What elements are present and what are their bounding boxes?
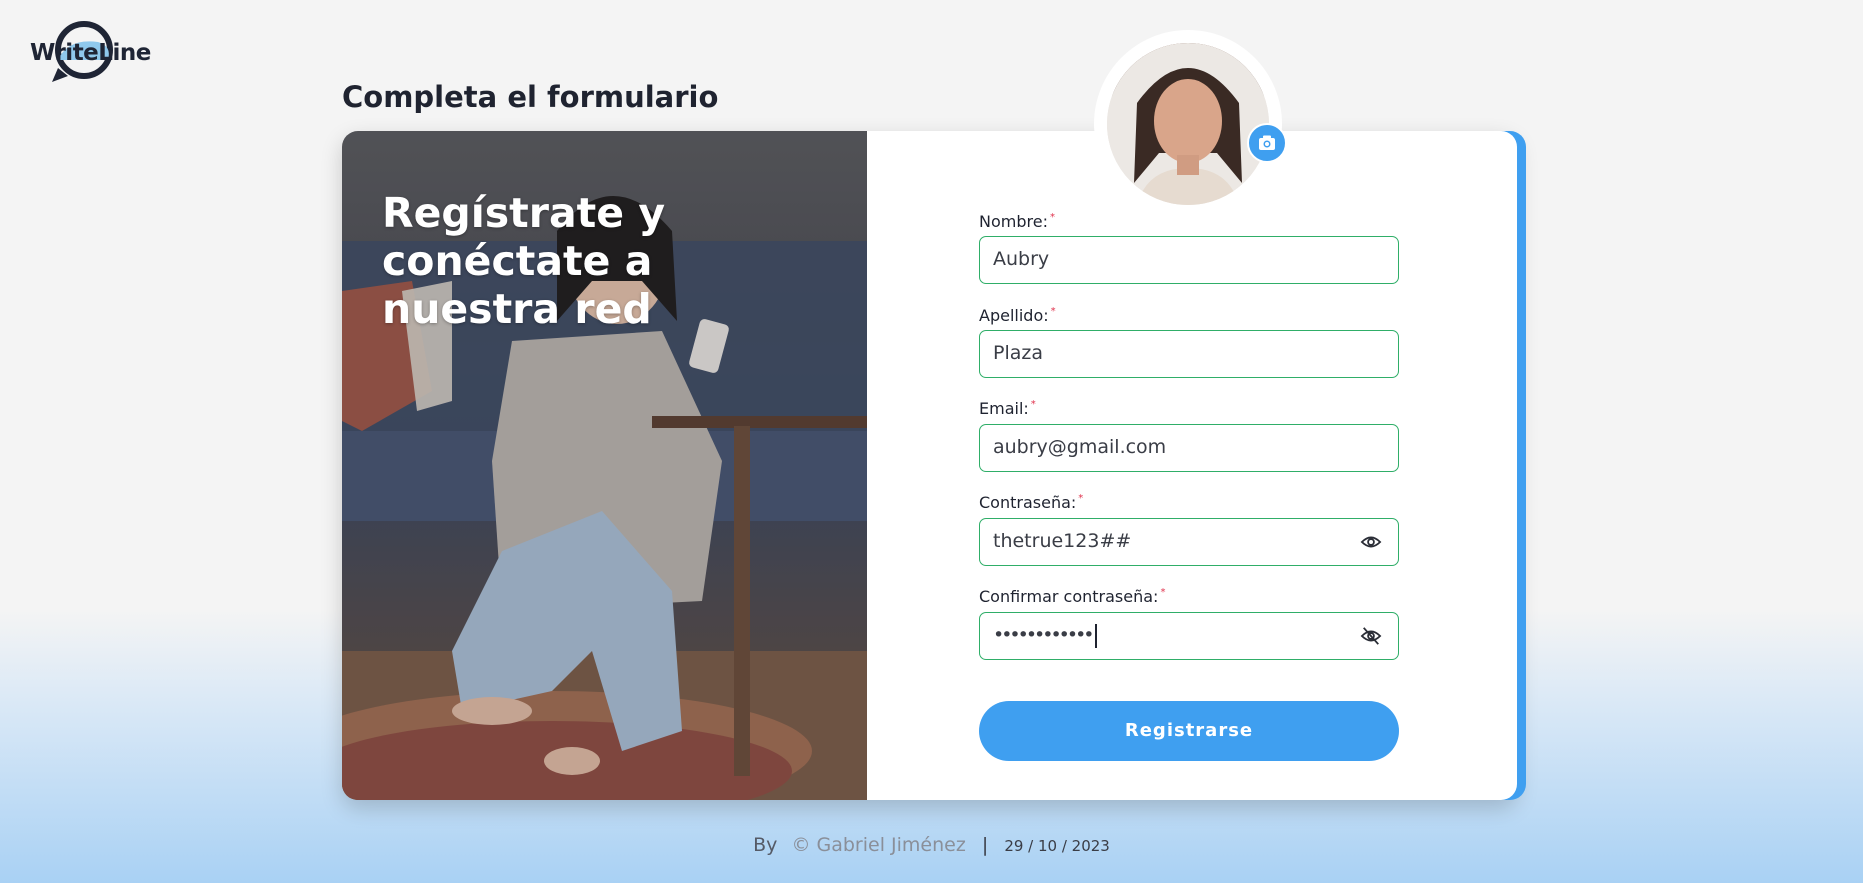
last-name-input[interactable]: Plaza [979,330,1399,378]
required-mark: * [1049,212,1055,223]
footer-date: 29 / 10 / 2023 [1004,837,1110,855]
email-label-text: Email: [979,399,1029,418]
last-name-label: Apellido: * [979,306,1056,325]
upload-photo-button[interactable] [1247,123,1287,163]
eye-icon[interactable] [1360,532,1382,552]
footer-author-link[interactable]: © Gabriel Jiménez [791,834,965,856]
email-input[interactable]: aubry@gmail.com [979,424,1399,472]
confirm-password-value: •••••••••••• [993,624,1094,646]
page-title: Completa el formulario [342,80,719,114]
password-input[interactable]: thetrue123## [979,518,1399,566]
password-value: thetrue123## [993,530,1132,552]
writeline-logo[interactable]: WriteLine [28,20,151,88]
last-name-label-text: Apellido: [979,306,1049,325]
footer: By © Gabriel Jiménez | 29 / 10 / 2023 [0,834,1863,856]
camera-icon [1259,135,1275,150]
password-label: Contraseña: * [979,493,1083,512]
required-mark: * [1030,399,1036,410]
hero-image: Regístrate y conéctate a nuestra red [342,131,867,800]
first-name-label: Nombre: * [979,212,1055,231]
required-mark: * [1078,493,1084,504]
password-label-text: Contraseña: [979,493,1077,512]
first-name-input[interactable]: Aubry [979,236,1399,284]
avatar-frame [1094,30,1282,218]
footer-by: By [753,834,778,856]
confirm-password-input[interactable]: •••••••••••• [979,612,1399,660]
confirm-password-label: Confirmar contraseña: * [979,587,1165,606]
text-cursor [1095,623,1098,648]
register-button[interactable]: Registrarse [979,701,1399,761]
avatar-portrait-image [1107,43,1269,205]
confirm-password-label-text: Confirmar contraseña: [979,587,1159,606]
email-label: Email: * [979,399,1036,418]
eye-slash-icon[interactable] [1360,626,1382,646]
logo-text: WriteLine [30,40,151,66]
required-mark: * [1160,587,1166,598]
registration-card: Regístrate y conéctate a nuestra red Nom… [342,131,1517,800]
footer-separator: | [981,834,989,856]
avatar[interactable] [1107,43,1269,205]
first-name-label-text: Nombre: [979,212,1048,231]
required-mark: * [1050,306,1056,317]
hero-headline: Regístrate y conéctate a nuestra red [382,189,666,333]
